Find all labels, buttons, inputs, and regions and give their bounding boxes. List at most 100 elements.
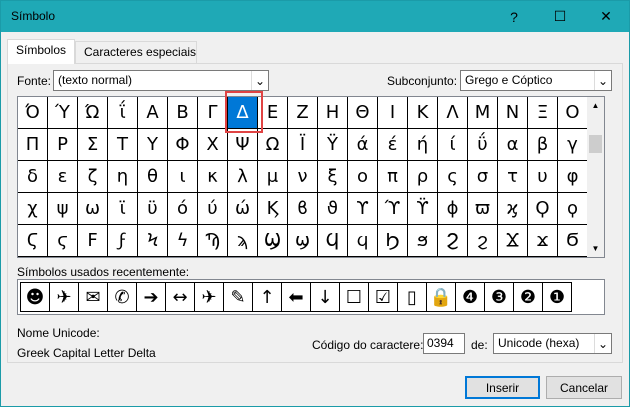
recent-symbol-cell[interactable]: ↔ bbox=[165, 282, 195, 312]
symbol-cell[interactable]: χ bbox=[18, 193, 48, 225]
recent-symbol-cell[interactable]: ✉ bbox=[78, 282, 108, 312]
symbol-cell[interactable]: Δ bbox=[228, 97, 258, 129]
symbol-cell[interactable]: Ϭ bbox=[558, 225, 588, 257]
symbol-cell[interactable]: Π bbox=[18, 129, 48, 161]
symbol-cell[interactable]: ς bbox=[438, 161, 468, 193]
symbol-cell[interactable]: ϫ bbox=[528, 225, 558, 257]
scrollbar-thumb[interactable] bbox=[589, 135, 602, 153]
symbol-cell[interactable]: Ι bbox=[378, 97, 408, 129]
recent-symbol-cell[interactable]: ↓ bbox=[310, 282, 340, 312]
symbol-cell[interactable]: ϊ bbox=[108, 193, 138, 225]
symbol-cell[interactable]: Μ bbox=[468, 97, 498, 129]
symbol-cell[interactable]: Ν bbox=[498, 97, 528, 129]
symbol-cell[interactable]: ά bbox=[348, 129, 378, 161]
recent-symbol-cell[interactable]: ❹ bbox=[455, 282, 485, 312]
symbol-cell[interactable]: Η bbox=[318, 97, 348, 129]
symbol-cell[interactable]: Ϩ bbox=[438, 225, 468, 257]
symbol-cell[interactable]: ή bbox=[408, 129, 438, 161]
symbol-cell[interactable]: ϟ bbox=[168, 225, 198, 257]
symbol-cell[interactable]: α bbox=[498, 129, 528, 161]
symbol-cell[interactable]: υ bbox=[528, 161, 558, 193]
recent-symbol-cell[interactable]: ❷ bbox=[513, 282, 543, 312]
symbol-cell[interactable]: ύ bbox=[198, 193, 228, 225]
recent-symbol-cell[interactable]: ☐ bbox=[339, 282, 369, 312]
symbol-cell[interactable]: σ bbox=[468, 161, 498, 193]
symbol-cell[interactable]: Φ bbox=[168, 129, 198, 161]
symbol-cell[interactable]: ζ bbox=[78, 161, 108, 193]
symbol-cell[interactable]: π bbox=[378, 161, 408, 193]
recent-symbol-cell[interactable]: ☻ bbox=[20, 282, 50, 312]
symbol-cell[interactable]: ΐ bbox=[108, 97, 138, 129]
symbol-cell[interactable]: ξ bbox=[318, 161, 348, 193]
symbol-cell[interactable]: ϕ bbox=[438, 193, 468, 225]
tab-special-characters[interactable]: Caracteres especiais bbox=[75, 41, 197, 63]
recent-symbol-cell[interactable]: ✆ bbox=[107, 282, 137, 312]
symbol-cell[interactable]: Ϊ bbox=[288, 129, 318, 161]
symbol-cell[interactable]: Ϛ bbox=[18, 225, 48, 257]
symbol-cell[interactable]: δ bbox=[18, 161, 48, 193]
symbol-cell[interactable]: Ϋ bbox=[318, 129, 348, 161]
symbol-cell[interactable]: έ bbox=[378, 129, 408, 161]
symbol-cell[interactable]: φ bbox=[558, 161, 588, 193]
symbol-cell[interactable]: ϔ bbox=[408, 193, 438, 225]
symbol-cell[interactable]: ϝ bbox=[108, 225, 138, 257]
symbol-cell[interactable]: ω bbox=[78, 193, 108, 225]
symbol-cell[interactable]: Ξ bbox=[528, 97, 558, 129]
symbol-cell[interactable]: ϓ bbox=[378, 193, 408, 225]
symbol-cell[interactable]: Ϙ bbox=[528, 193, 558, 225]
recent-symbol-cell[interactable]: ▯ bbox=[397, 282, 427, 312]
symbol-cell[interactable]: ϛ bbox=[48, 225, 78, 257]
from-select[interactable]: Unicode (hexa) ⌄ bbox=[493, 333, 612, 354]
subset-select[interactable]: Grego e Cóptico ⌄ bbox=[460, 70, 612, 91]
symbol-cell[interactable]: Ό bbox=[18, 97, 48, 129]
recent-symbol-cell[interactable]: ↑ bbox=[252, 282, 282, 312]
symbol-cell[interactable]: β bbox=[528, 129, 558, 161]
symbol-cell[interactable]: ϡ bbox=[228, 225, 258, 257]
chevron-down-icon[interactable]: ⌄ bbox=[594, 71, 611, 90]
symbol-cell[interactable]: Ώ bbox=[78, 97, 108, 129]
symbol-cell[interactable]: Λ bbox=[438, 97, 468, 129]
symbol-cell[interactable]: θ bbox=[138, 161, 168, 193]
symbol-cell[interactable]: ϒ bbox=[348, 193, 378, 225]
recent-symbol-cell[interactable]: ⬅ bbox=[281, 282, 311, 312]
symbol-cell[interactable]: ϖ bbox=[468, 193, 498, 225]
symbol-cell[interactable]: λ bbox=[228, 161, 258, 193]
symbol-cell[interactable]: ϋ bbox=[138, 193, 168, 225]
char-code-input[interactable]: 0394 bbox=[423, 333, 465, 354]
symbol-cell[interactable]: Χ bbox=[198, 129, 228, 161]
symbol-cell[interactable]: ϩ bbox=[468, 225, 498, 257]
symbol-cell[interactable]: Θ bbox=[348, 97, 378, 129]
symbol-cell[interactable]: Υ bbox=[138, 129, 168, 161]
symbol-cell[interactable]: Ϫ bbox=[498, 225, 528, 257]
symbol-cell[interactable]: Ϡ bbox=[198, 225, 228, 257]
symbol-cell[interactable]: ώ bbox=[228, 193, 258, 225]
grid-scrollbar[interactable]: ▲ ▼ bbox=[587, 97, 604, 257]
cancel-button[interactable]: Cancelar bbox=[546, 376, 622, 399]
symbol-cell[interactable]: Ύ bbox=[48, 97, 78, 129]
symbol-cell[interactable]: Τ bbox=[108, 129, 138, 161]
symbol-cell[interactable]: ι bbox=[168, 161, 198, 193]
recent-symbol-cell[interactable]: ☑ bbox=[368, 282, 398, 312]
recent-symbol-cell[interactable]: ✈ bbox=[194, 282, 224, 312]
symbol-cell[interactable]: ϙ bbox=[558, 193, 588, 225]
symbol-cell[interactable]: ε bbox=[48, 161, 78, 193]
recent-symbol-cell[interactable]: ❶ bbox=[542, 282, 572, 312]
symbol-cell[interactable]: Ε bbox=[258, 97, 288, 129]
symbol-cell[interactable]: ϗ bbox=[498, 193, 528, 225]
symbol-cell[interactable]: ί bbox=[438, 129, 468, 161]
symbol-cell[interactable]: Σ bbox=[78, 129, 108, 161]
symbol-cell[interactable]: Α bbox=[138, 97, 168, 129]
recent-symbol-cell[interactable]: ✈ bbox=[49, 282, 79, 312]
symbol-cell[interactable]: μ bbox=[258, 161, 288, 193]
recent-symbol-cell[interactable]: ➔ bbox=[136, 282, 166, 312]
symbol-cell[interactable]: ϐ bbox=[288, 193, 318, 225]
symbol-cell[interactable]: ϣ bbox=[288, 225, 318, 257]
symbol-cell[interactable]: ο bbox=[348, 161, 378, 193]
symbol-cell[interactable]: Ζ bbox=[288, 97, 318, 129]
symbol-cell[interactable]: ΰ bbox=[468, 129, 498, 161]
font-select[interactable]: (texto normal) ⌄ bbox=[53, 70, 269, 91]
scroll-down-icon[interactable]: ▼ bbox=[587, 240, 604, 257]
recent-symbol-cell[interactable]: 🔒 bbox=[426, 282, 456, 312]
symbol-cell[interactable]: γ bbox=[558, 129, 588, 161]
insert-button[interactable]: Inserir bbox=[465, 376, 540, 399]
